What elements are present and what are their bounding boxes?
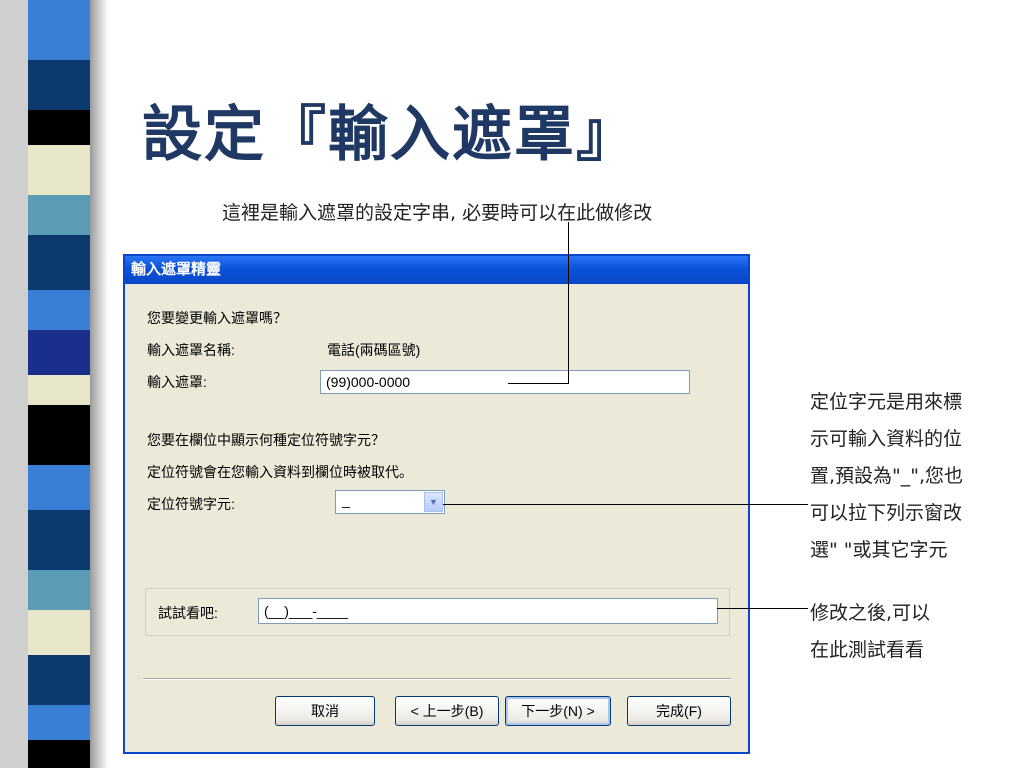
callout-line — [508, 383, 569, 384]
stripe-block — [28, 375, 90, 405]
stripe-block — [28, 0, 90, 60]
stripe-shadow — [0, 0, 28, 768]
stripe-block — [28, 290, 90, 330]
callout-line — [443, 504, 808, 505]
stripe-block — [28, 610, 90, 655]
back-button[interactable]: < 上一步(B) — [395, 696, 499, 726]
stripe-block — [28, 740, 90, 768]
stripe-block — [28, 235, 90, 290]
callout-line — [717, 608, 808, 609]
question-change-mask: 您要變更輸入遮罩嗎？ — [147, 310, 287, 326]
stripe-block — [28, 195, 90, 235]
annotation-line: 示可輸入資料的位 — [810, 428, 963, 450]
annotation-line: 定位字元是用來標 — [810, 391, 963, 413]
mask-name-label: 輸入遮罩名稱: — [147, 342, 235, 358]
stripe-block — [28, 405, 90, 465]
stripe-block — [28, 330, 90, 375]
annotation-try-it: 修改之後,可以 在此測試看看 — [810, 595, 930, 669]
annotation-line: 選" "或其它字元 — [810, 539, 948, 561]
try-it-label: 試試看吧: — [158, 605, 218, 621]
try-it-input[interactable]: (__)___-____ — [258, 598, 718, 624]
annotation-line: 在此測試看看 — [810, 639, 925, 661]
placeholder-select[interactable]: _ ▼ — [335, 490, 445, 514]
stripe-edge — [90, 0, 108, 768]
try-it-group: 試試看吧: (__)___-____ — [145, 588, 730, 636]
mask-name-value: 電話(兩碼區號) — [327, 342, 421, 358]
stripe-block — [28, 510, 90, 570]
placeholder-label: 定位符號字元: — [147, 496, 235, 512]
callout-line — [568, 222, 569, 384]
annotation-line: 修改之後,可以 — [810, 602, 931, 624]
annotation-placeholder: 定位字元是用來標 示可輸入資料的位 置,預設為"_",您也 可以拉下列示窗改 選… — [810, 384, 963, 569]
annotation-mask-string: 這裡是輸入遮罩的設定字串, 必要時可以在此做修改 — [222, 202, 653, 224]
finish-button[interactable]: 完成(F) — [627, 696, 731, 726]
stripe-block — [28, 60, 90, 110]
annotation-line: 置,預設為"_",您也 — [810, 465, 964, 487]
stripe-block — [28, 655, 90, 705]
chevron-down-icon[interactable]: ▼ — [424, 492, 443, 512]
placeholder-select-value: _ — [342, 492, 350, 508]
stripe-block — [28, 110, 90, 145]
cancel-button[interactable]: 取消 — [275, 696, 375, 726]
dialog-titlebar[interactable]: 輸入遮罩精靈 — [125, 256, 748, 284]
next-button[interactable]: 下一步(N) > — [505, 696, 611, 726]
mask-input[interactable]: (99)000-0000 — [320, 370, 690, 394]
dialog-separator — [143, 678, 731, 680]
stripe-block — [28, 705, 90, 740]
stripe-block — [28, 145, 90, 195]
mask-label: 輸入遮罩: — [147, 374, 207, 390]
decorative-stripe — [0, 0, 118, 768]
stripe-block — [28, 465, 90, 510]
stripe-block — [28, 570, 90, 610]
question-placeholder: 您要在欄位中顯示何種定位符號字元？ — [147, 432, 385, 448]
slide-title: 設定『輸入遮罩』 — [142, 100, 638, 170]
placeholder-note: 定位符號會在您輸入資料到欄位時被取代。 — [147, 464, 413, 480]
annotation-line: 可以拉下列示窗改 — [810, 502, 963, 524]
try-it-value: (__)___-____ — [264, 603, 349, 619]
